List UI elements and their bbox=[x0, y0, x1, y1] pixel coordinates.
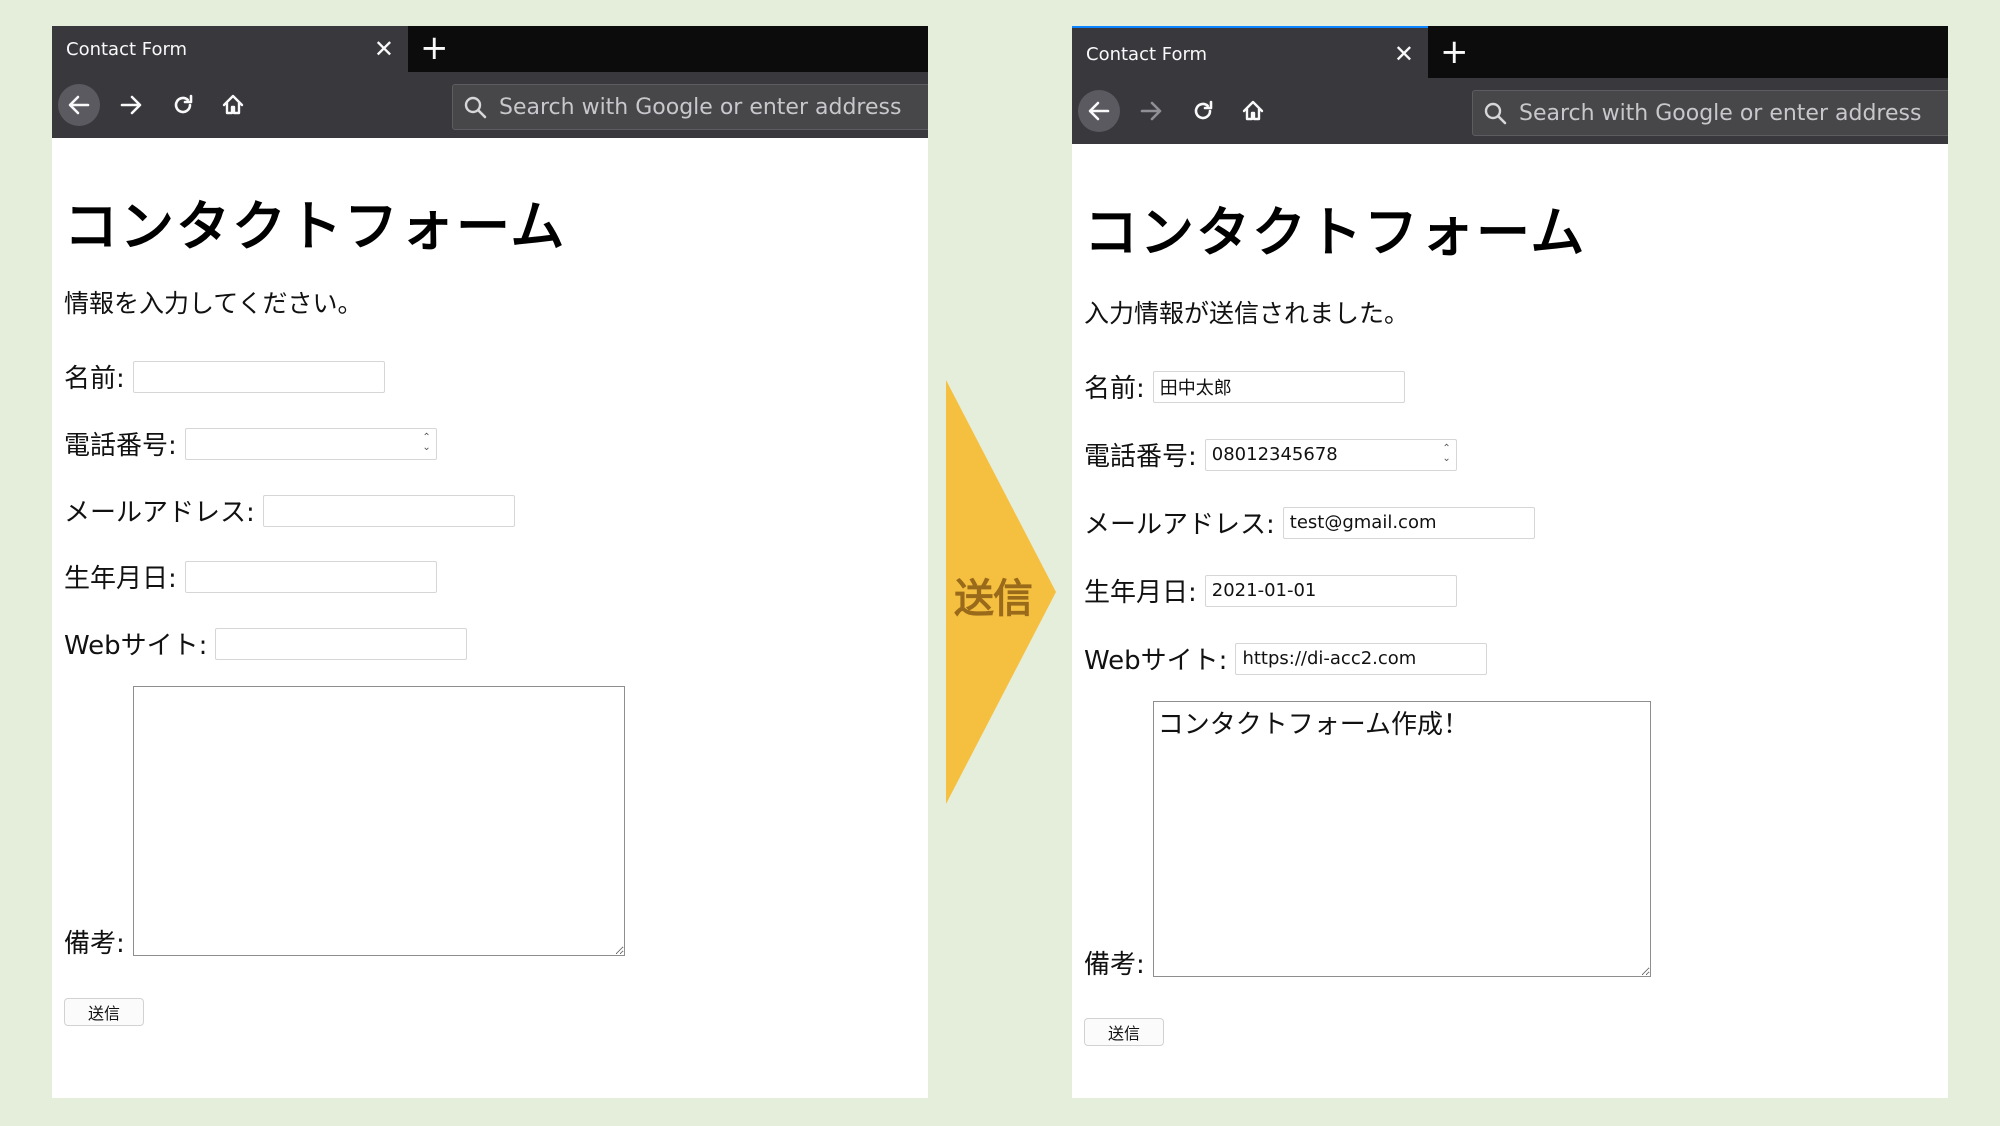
home-icon bbox=[1242, 100, 1264, 121]
home-icon bbox=[222, 94, 244, 115]
reload-button[interactable] bbox=[162, 84, 204, 126]
submit-button[interactable]: 送信 bbox=[1084, 1018, 1164, 1046]
forward-button[interactable] bbox=[1130, 90, 1172, 132]
birthday-row: 生年月日: bbox=[1084, 572, 1457, 609]
website-row: Webサイト: bbox=[64, 625, 468, 662]
notes-textarea[interactable] bbox=[132, 686, 625, 956]
nav-bar bbox=[52, 72, 928, 138]
address-input[interactable] bbox=[1519, 97, 1948, 129]
tab-contact-form[interactable]: Contact Form ✕ bbox=[52, 26, 408, 72]
name-row: 名前: bbox=[64, 358, 385, 395]
website-label: Webサイト: bbox=[64, 631, 208, 661]
search-icon bbox=[1484, 102, 1507, 125]
reload-button[interactable] bbox=[1182, 90, 1224, 132]
phone-stepper: ⌃⌄ bbox=[184, 427, 437, 460]
back-arrow-icon bbox=[1088, 101, 1110, 121]
phone-field[interactable] bbox=[1204, 438, 1457, 471]
notes-textarea[interactable]: コンタクトフォーム作成！ bbox=[1152, 701, 1651, 977]
intro-text: 入力情報が送信されました。 bbox=[1084, 299, 1410, 328]
birthday-label: 生年月日: bbox=[64, 564, 177, 594]
back-arrow-icon bbox=[68, 95, 90, 115]
tab-contact-form[interactable]: Contact Form ✕ bbox=[1072, 26, 1428, 78]
close-icon[interactable]: ✕ bbox=[1394, 41, 1414, 67]
website-label: Webサイト: bbox=[1084, 646, 1228, 676]
reload-icon bbox=[1194, 100, 1213, 120]
reload-icon bbox=[174, 94, 193, 114]
website-row: Webサイト: bbox=[1084, 640, 1488, 677]
email-row: メールアドレス: bbox=[1084, 504, 1535, 541]
close-icon[interactable]: ✕ bbox=[374, 36, 394, 62]
address-bar[interactable] bbox=[452, 84, 928, 130]
phone-label: 電話番号: bbox=[64, 431, 177, 461]
birthday-row: 生年月日: bbox=[64, 558, 437, 595]
website-field[interactable] bbox=[215, 627, 468, 660]
birthday-field[interactable] bbox=[1204, 574, 1457, 607]
page-title: コンタクトフォーム bbox=[64, 195, 567, 258]
forward-arrow-icon bbox=[120, 95, 142, 115]
home-button[interactable] bbox=[212, 84, 254, 126]
back-button[interactable] bbox=[1078, 90, 1120, 132]
address-bar[interactable] bbox=[1472, 90, 1948, 136]
email-label: メールアドレス: bbox=[1084, 510, 1275, 540]
phone-stepper: ⌃⌄ bbox=[1204, 438, 1457, 471]
plus-icon[interactable]: + bbox=[420, 28, 449, 68]
name-field[interactable] bbox=[132, 360, 385, 393]
tab-title: Contact Form bbox=[66, 39, 188, 60]
phone-row: 電話番号: ⌃⌄ bbox=[1084, 436, 1457, 473]
name-label: 名前: bbox=[1084, 374, 1145, 404]
phone-label: 電話番号: bbox=[1084, 442, 1197, 472]
intro-text: 情報を入力してください。 bbox=[64, 289, 363, 318]
birthday-label: 生年月日: bbox=[1084, 578, 1197, 608]
website-field[interactable] bbox=[1235, 642, 1488, 675]
email-field[interactable] bbox=[1282, 506, 1535, 539]
name-row: 名前: bbox=[1084, 368, 1405, 405]
home-button[interactable] bbox=[1232, 90, 1274, 132]
submit-flow-arrow: 送信 bbox=[946, 380, 1056, 804]
notes-row: 備考: bbox=[64, 686, 625, 959]
stepper-arrows-icon[interactable]: ⌃ ⌄ bbox=[422, 432, 430, 453]
notes-label: 備考: bbox=[1084, 950, 1145, 980]
nav-bar bbox=[1072, 78, 1948, 144]
email-row: メールアドレス: bbox=[64, 492, 515, 529]
address-input[interactable] bbox=[499, 91, 928, 123]
page-title: コンタクトフォーム bbox=[1084, 201, 1587, 264]
email-label: メールアドレス: bbox=[64, 498, 255, 528]
name-field[interactable] bbox=[1152, 370, 1405, 403]
name-label: 名前: bbox=[64, 364, 125, 394]
notes-row: 備考: コンタクトフォーム作成！ bbox=[1084, 701, 1651, 980]
browser-window-before: Contact Form ✕ + コンタクトフォーム 情報を入力してください。 … bbox=[52, 26, 928, 1098]
plus-icon[interactable]: + bbox=[1440, 32, 1469, 72]
tab-bar: Contact Form ✕ + bbox=[1072, 26, 1948, 78]
birthday-field[interactable] bbox=[184, 560, 437, 593]
email-field[interactable] bbox=[262, 494, 515, 527]
forward-arrow-icon bbox=[1140, 101, 1162, 121]
tab-title: Contact Form bbox=[1086, 44, 1208, 65]
search-icon bbox=[464, 96, 487, 119]
back-button[interactable] bbox=[58, 84, 100, 126]
tab-bar: Contact Form ✕ + bbox=[52, 26, 928, 72]
forward-button[interactable] bbox=[110, 84, 152, 126]
browser-window-after: Contact Form ✕ + コンタクトフォーム 入力情報が送信されました。… bbox=[1072, 26, 1948, 1098]
phone-row: 電話番号: ⌃⌄ bbox=[64, 425, 437, 462]
arrow-label: 送信 bbox=[954, 576, 1033, 622]
stepper-arrows-icon[interactable]: ⌃ ⌄ bbox=[1442, 443, 1450, 464]
phone-field[interactable] bbox=[184, 427, 437, 460]
submit-button[interactable]: 送信 bbox=[64, 998, 144, 1026]
notes-label: 備考: bbox=[64, 929, 125, 959]
